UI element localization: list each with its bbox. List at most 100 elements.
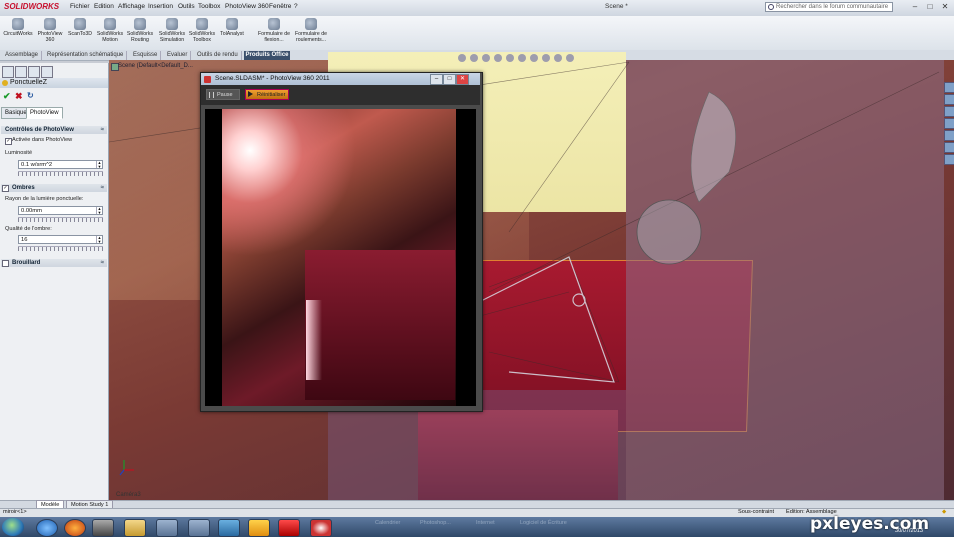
explorer-icon[interactable] [124, 519, 146, 537]
pin-icon[interactable]: ↻ [27, 91, 34, 100]
custom-properties-icon[interactable] [944, 142, 954, 153]
ie-icon[interactable] [36, 519, 58, 537]
fog-checkbox[interactable] [2, 260, 9, 267]
tab-assemblage[interactable]: Assemblage [2, 51, 43, 60]
display-style-icon[interactable] [518, 54, 526, 62]
subtab-photoview[interactable]: PhotoView [26, 107, 63, 119]
tool-toolbox[interactable]: SolidWorks Toolbox [186, 18, 218, 48]
spinner-icon[interactable]: ▲ ▼ [96, 161, 102, 168]
shadows-checkbox[interactable]: ✓ [2, 185, 9, 192]
menu-toolbox[interactable]: Toolbox [198, 3, 220, 13]
tool-routing[interactable]: SolidWorks Routing [124, 18, 156, 48]
messenger-icon[interactable] [248, 519, 270, 537]
calculator-icon[interactable] [156, 519, 178, 537]
photoview-icon [44, 18, 56, 30]
quality-input[interactable]: 16 ▲ ▼ [18, 235, 103, 244]
scene-quill [690, 91, 736, 203]
photoview-checkbox[interactable]: ✓ [5, 138, 12, 145]
file-explorer-icon[interactable] [944, 106, 954, 117]
start-button[interactable] [2, 518, 24, 536]
watermark: pxleyes.com [810, 514, 930, 534]
menu-outils[interactable]: Outils [178, 3, 195, 13]
config-tab-icon[interactable] [28, 66, 40, 78]
group-shadows[interactable]: Ombres ≈ [1, 184, 107, 192]
tool-photoview[interactable]: PhotoView 360 [34, 18, 66, 48]
radius-slider[interactable] [18, 217, 103, 222]
paint-icon[interactable] [218, 519, 240, 537]
group-fog[interactable]: Brouillard ≈ [1, 259, 107, 267]
menu-photoview[interactable]: PhotoView 360 [225, 3, 269, 13]
section-view-icon[interactable] [494, 54, 502, 62]
zoom-area-icon[interactable] [470, 54, 478, 62]
tool-scanto3d[interactable]: ScanTo3D [64, 18, 96, 48]
menu-affichage[interactable]: Affichage [118, 3, 145, 13]
photoview-minimize-button[interactable]: – [430, 74, 443, 85]
tool-simulation[interactable]: SolidWorks Simulation [156, 18, 188, 48]
photoview-toolbar [201, 85, 480, 105]
property-tab-icon[interactable] [15, 66, 27, 78]
view-orientation-icon[interactable] [506, 54, 514, 62]
play-icon [248, 91, 253, 97]
scene-inkwell [636, 199, 702, 265]
circuitworks-icon [12, 18, 24, 30]
media-icon[interactable] [92, 519, 114, 537]
group-photoview-controls[interactable]: Contrôles de PhotoView ≈ [1, 126, 107, 134]
view-palette-icon[interactable] [944, 118, 954, 129]
feature-tree-tab-icon[interactable] [2, 66, 14, 78]
view-settings-icon[interactable] [566, 54, 574, 62]
luminosity-slider[interactable] [18, 171, 103, 176]
property-title: PonctuelleZ [0, 78, 108, 88]
minimize-button[interactable]: – [908, 1, 922, 13]
help-icon[interactable]: ◆ [942, 509, 946, 515]
tool-tolanalyst[interactable]: TolAnalyst [216, 18, 248, 48]
status-constraint: Sous-contraint [738, 509, 775, 515]
ghost-task-2: Photoshop... [420, 520, 451, 526]
menu-fichier[interactable]: Fichier [70, 3, 90, 13]
photoview-checkbox-label: Activée dans PhotoView [12, 137, 73, 143]
edit-appearance-icon[interactable] [542, 54, 550, 62]
firefox-icon[interactable] [64, 519, 86, 537]
app-logo[interactable]: SOLIDWORKS [4, 2, 59, 13]
zoom-fit-icon[interactable] [458, 54, 466, 62]
maximize-button[interactable]: □ [923, 1, 937, 13]
previous-view-icon[interactable] [482, 54, 490, 62]
tool-circuitworks[interactable]: CircuitWorks [2, 18, 34, 48]
simulation-icon [166, 18, 178, 30]
menu-insertion[interactable]: Insertion [148, 3, 173, 13]
notepad-icon[interactable] [188, 519, 210, 537]
tool-roulements[interactable]: Formulaire de roulements... [292, 18, 330, 48]
quality-slider[interactable] [18, 246, 103, 251]
spinner-icon[interactable]: ▲ ▼ [96, 236, 102, 243]
scene-icon[interactable] [554, 54, 562, 62]
spinner-icon[interactable]: ▲ ▼ [96, 207, 102, 214]
close-button[interactable]: ✕ [938, 1, 952, 13]
roulements-icon [305, 18, 317, 30]
photoview-task-icon[interactable] [310, 519, 332, 537]
tool-motion[interactable]: SolidWorks Motion [94, 18, 126, 48]
luminosity-input[interactable]: 0.1 w/srm^2 ▲ ▼ [18, 160, 103, 169]
solidworks-icon[interactable] [278, 519, 300, 537]
photoview-maximize-button[interactable]: □ [443, 74, 456, 85]
menu-fenetre[interactable]: Fenêtre [269, 3, 291, 13]
hide-show-icon[interactable] [530, 54, 538, 62]
chevron-up-icon: ≈ [100, 185, 104, 191]
radius-input[interactable]: 0.00mm ▲ ▼ [18, 206, 103, 215]
design-library-icon[interactable] [944, 94, 954, 105]
ghost-task-4: Logiciel de Écriture [520, 520, 567, 526]
display-tab-icon[interactable] [41, 66, 53, 78]
radius-label: Rayon de la lumière ponctuelle: [5, 196, 84, 202]
appearances-icon[interactable] [944, 130, 954, 141]
resources-icon[interactable] [944, 82, 954, 93]
menu-edition[interactable]: Edition [94, 3, 114, 13]
photoview-close-button[interactable]: ✕ [456, 74, 469, 85]
menu-help[interactable]: ? [294, 3, 298, 13]
axis-triad [119, 460, 134, 476]
task-pane-icon[interactable] [944, 154, 954, 165]
tool-flexion[interactable]: Formulaire de flexion... [258, 18, 290, 48]
toolbox-icon [196, 18, 208, 30]
search-input[interactable]: Rechercher dans le forum communautaire [765, 2, 893, 12]
ok-button[interactable]: ✔ [3, 91, 11, 102]
camera-label: Caméra3 [116, 492, 141, 498]
tree-root[interactable]: Scene (Default<Default_D... [118, 63, 193, 69]
cancel-button[interactable]: ✖ [15, 91, 23, 102]
